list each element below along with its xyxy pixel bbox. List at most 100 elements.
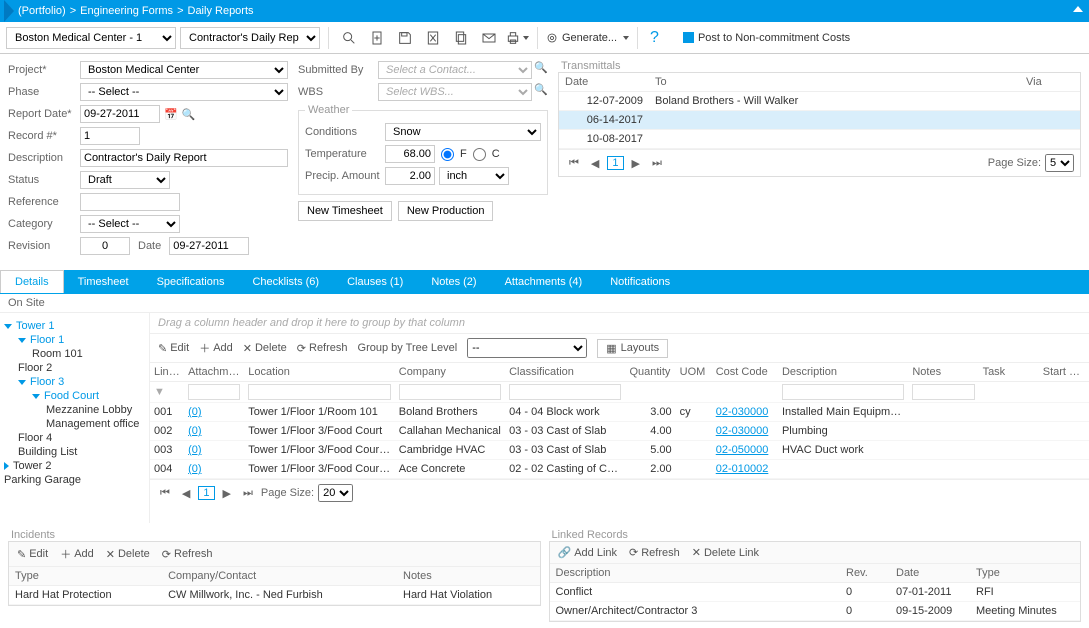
grid-row[interactable]: 003(0)Tower 1/Floor 3/Food Court/ManageC…: [150, 441, 1089, 460]
conditions-field[interactable]: Snow: [385, 123, 541, 141]
filter-input[interactable]: [912, 384, 974, 400]
tab-notifications[interactable]: Notifications: [596, 270, 684, 293]
new-production-button[interactable]: New Production: [398, 201, 494, 221]
new-timesheet-button[interactable]: New Timesheet: [298, 201, 392, 221]
filter-input[interactable]: [782, 384, 904, 400]
pager-prev-icon[interactable]: ◀: [587, 156, 603, 171]
incidents-add-button[interactable]: ＋ Add: [60, 546, 94, 562]
grid-delete-button[interactable]: ✕ Delete: [243, 342, 287, 355]
filter-input[interactable]: [399, 384, 501, 400]
pager-prev-icon[interactable]: ◀: [178, 486, 194, 501]
col-uom[interactable]: UOM: [676, 363, 712, 382]
tree-room101[interactable]: Room 101: [32, 348, 145, 360]
linked-row[interactable]: Owner/Architect/Contractor 3009-15-2009M…: [550, 602, 1081, 621]
search-icon[interactable]: 🔍: [534, 83, 548, 101]
linked-delete-button[interactable]: ✕ Delete Link: [692, 546, 759, 559]
col-task[interactable]: Task: [979, 363, 1039, 382]
col-via[interactable]: Via: [1020, 73, 1080, 92]
grid-refresh-button[interactable]: ⟳ Refresh: [297, 342, 348, 355]
grid-add-button[interactable]: ＋ Add: [199, 340, 233, 356]
tab-clauses-1-[interactable]: Clauses (1): [333, 270, 417, 293]
precip-unit-field[interactable]: inch: [439, 167, 509, 185]
col-link-desc[interactable]: Description: [550, 564, 841, 583]
col-costcode[interactable]: Cost Code: [712, 363, 778, 382]
col-inc-company[interactable]: Company/Contact: [162, 567, 397, 586]
tree-foodcourt[interactable]: Food Court: [44, 390, 145, 402]
col-inc-type[interactable]: Type: [9, 567, 162, 586]
reference-field[interactable]: [80, 193, 180, 211]
help-icon[interactable]: ?: [646, 29, 663, 47]
incidents-delete-button[interactable]: ✕ Delete: [106, 546, 150, 562]
tree-blist[interactable]: Building List: [18, 446, 145, 458]
layouts-button[interactable]: ▦ Layouts: [597, 339, 668, 358]
transmittal-row[interactable]: 12-07-2009Boland Brothers - Will Walker: [559, 92, 1080, 111]
linked-row[interactable]: Conflict007-01-2011RFI: [550, 583, 1081, 602]
transmittals-page-size[interactable]: 5: [1045, 154, 1074, 172]
costcode-link[interactable]: 02-010002: [716, 463, 769, 475]
grid-row[interactable]: 002(0)Tower 1/Floor 3/Food CourtCallahan…: [150, 422, 1089, 441]
collapse-icon[interactable]: [1073, 6, 1083, 12]
pager-current[interactable]: 1: [198, 486, 214, 500]
tree-twisty-icon[interactable]: [32, 394, 40, 399]
tree-twisty-icon[interactable]: [4, 324, 12, 329]
tree-tower2[interactable]: Tower 2: [13, 460, 145, 472]
tree-parking[interactable]: Parking Garage: [4, 474, 145, 486]
wbs-field[interactable]: Select WBS...: [378, 83, 532, 101]
precip-field[interactable]: [385, 167, 435, 185]
col-quantity[interactable]: Quantity: [625, 363, 675, 382]
costcode-link[interactable]: 02-050000: [716, 444, 769, 456]
col-date[interactable]: Date: [559, 73, 649, 92]
form-selector[interactable]: Contractor's Daily Repo: [180, 27, 320, 49]
temp-c-radio[interactable]: [473, 148, 486, 161]
search-icon[interactable]: 🔍: [182, 108, 196, 121]
tree-floor2[interactable]: Floor 2: [18, 362, 145, 374]
tab-timesheet[interactable]: Timesheet: [64, 270, 143, 293]
copy-icon[interactable]: [449, 26, 473, 50]
tab-notes-2-[interactable]: Notes (2): [417, 270, 490, 293]
print-icon[interactable]: [505, 26, 529, 50]
costcode-link[interactable]: 02-030000: [716, 406, 769, 418]
transmittal-row[interactable]: 06-14-2017: [559, 111, 1080, 130]
tab-attachments-4-[interactable]: Attachments (4): [491, 270, 597, 293]
breadcrumb-root[interactable]: (Portfolio): [18, 5, 66, 17]
tree-mezzanine[interactable]: Mezzanine Lobby: [46, 404, 145, 416]
attachment-link[interactable]: (0): [188, 425, 201, 437]
grid-row[interactable]: 001(0)Tower 1/Floor 1/Room 101Boland Bro…: [150, 403, 1089, 422]
delete-icon[interactable]: [421, 26, 445, 50]
attachment-link[interactable]: (0): [188, 406, 201, 418]
group-hint[interactable]: Drag a column header and drop it here to…: [150, 313, 1089, 334]
pager-last-icon[interactable]: ⏭: [648, 156, 666, 171]
group-by-select[interactable]: --: [467, 338, 587, 358]
incidents-refresh-button[interactable]: ⟳ Refresh: [162, 546, 213, 562]
tree-tower1[interactable]: Tower 1: [16, 320, 145, 332]
tree-twisty-icon[interactable]: [18, 338, 26, 343]
tree-floor3[interactable]: Floor 3: [30, 376, 145, 388]
filter-input[interactable]: [188, 384, 240, 400]
status-field[interactable]: Draft: [80, 171, 170, 189]
col-company[interactable]: Company: [395, 363, 505, 382]
pager-current[interactable]: 1: [607, 156, 623, 170]
phase-field[interactable]: -- Select --: [80, 83, 288, 101]
tree-twisty-icon[interactable]: [18, 380, 26, 385]
col-link-date[interactable]: Date: [890, 564, 970, 583]
tree-twisty-icon[interactable]: [4, 462, 9, 470]
attachment-link[interactable]: (0): [188, 463, 201, 475]
search-icon[interactable]: [337, 26, 361, 50]
incidents-edit-button[interactable]: ✎ Edit: [17, 546, 48, 562]
filter-input[interactable]: [509, 384, 621, 400]
tree-mgmt[interactable]: Management office: [46, 418, 145, 430]
project-field[interactable]: Boston Medical Center: [80, 61, 288, 79]
category-field[interactable]: -- Select --: [80, 215, 180, 233]
calendar-icon[interactable]: 📅: [164, 108, 178, 121]
generate-button[interactable]: Generate...: [546, 32, 629, 44]
grid-row[interactable]: 004(0)Tower 1/Floor 3/Food Court/ManageA…: [150, 460, 1089, 479]
col-inc-notes[interactable]: Notes: [397, 567, 540, 586]
mail-icon[interactable]: [477, 26, 501, 50]
description-field[interactable]: [80, 149, 288, 167]
pager-first-icon[interactable]: ⏮: [156, 486, 174, 501]
col-line[interactable]: Line #: [150, 363, 184, 382]
linked-refresh-button[interactable]: ⟳ Refresh: [629, 546, 680, 559]
search-icon[interactable]: 🔍: [534, 61, 548, 79]
tree-floor4[interactable]: Floor 4: [18, 432, 145, 444]
project-selector[interactable]: Boston Medical Center - 1: [6, 27, 176, 49]
